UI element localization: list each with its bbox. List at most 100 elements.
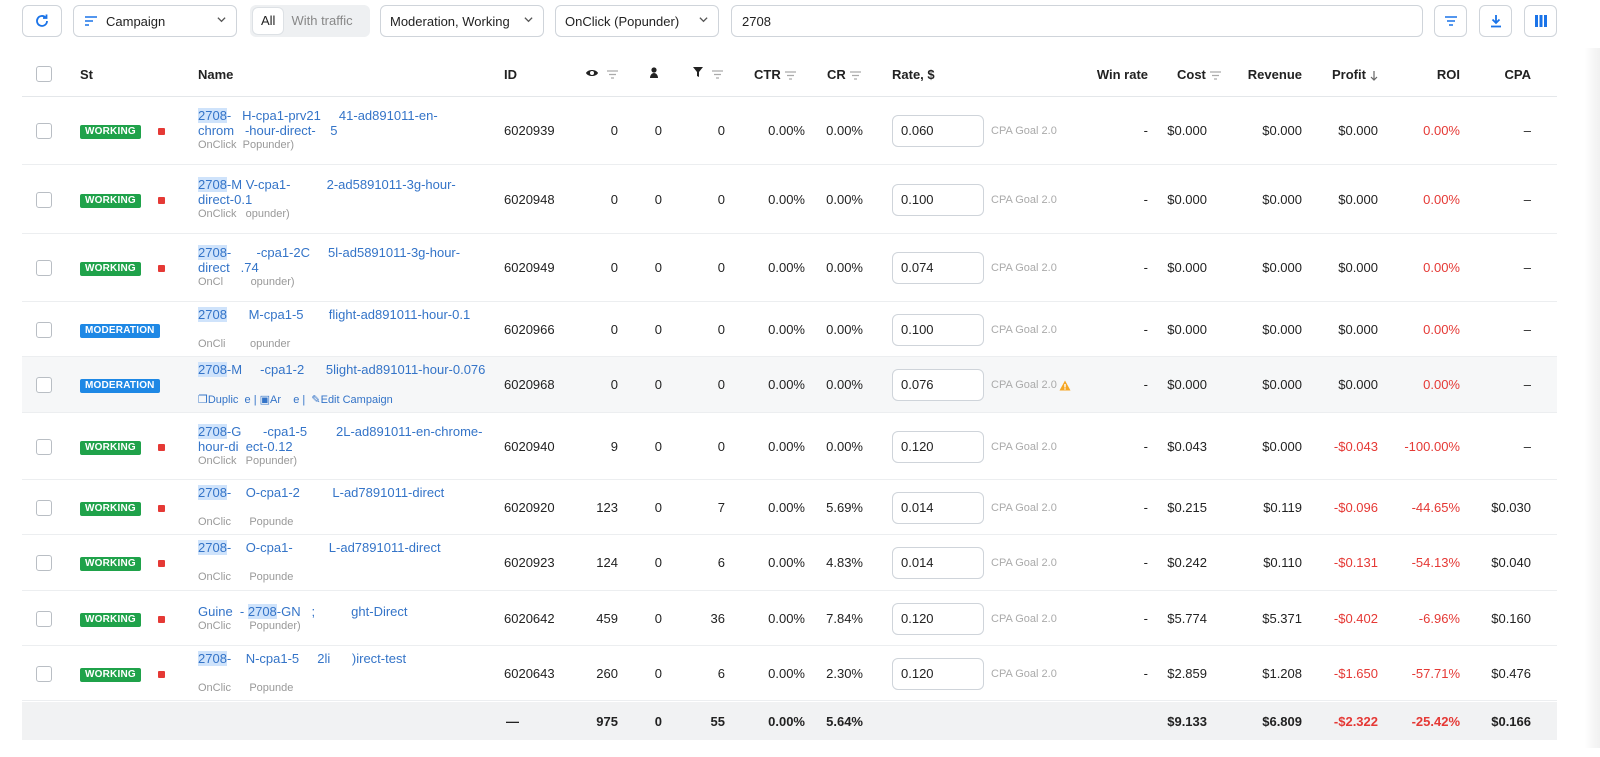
col-status[interactable]: St <box>80 67 93 82</box>
col-cost[interactable]: Cost <box>1177 67 1221 82</box>
rate-input[interactable]: 0.060 <box>892 115 984 147</box>
campaign-name-link[interactable]: 2708- O-cpa1-2 L-ad7891011-direct <box>198 485 488 500</box>
col-conversions[interactable] <box>648 66 660 82</box>
row-checkbox[interactable] <box>36 611 52 627</box>
col-profit[interactable]: Profit <box>1332 67 1378 82</box>
status-filter-select[interactable]: Moderation, Working <box>380 5 544 37</box>
conversions-value: 0 <box>654 439 662 454</box>
impressions-value: 0 <box>610 322 618 337</box>
campaign-name-link[interactable]: 2708-M -cpa1-2 5light-ad891011-hour-0.07… <box>198 362 488 377</box>
roi-value: -100.00% <box>1404 439 1460 454</box>
rate-input[interactable]: 0.120 <box>892 603 984 635</box>
ctr-value: 0.00% <box>768 123 805 138</box>
row-checkbox[interactable] <box>36 666 52 682</box>
col-win-rate[interactable]: Win rate <box>1097 67 1148 82</box>
stop-icon[interactable] <box>158 197 165 204</box>
col-revenue[interactable]: Revenue <box>1248 67 1302 82</box>
cost-value: $0.242 <box>1167 555 1207 570</box>
rate-input[interactable]: 0.076 <box>892 369 984 401</box>
campaign-name-link[interactable]: 2708- N-cpa1-5 2li )irect-test <box>198 651 488 666</box>
rate-input[interactable]: 0.120 <box>892 431 984 463</box>
col-id[interactable]: ID <box>504 67 517 82</box>
cpa-goal-label: CPA Goal 2.0 <box>991 441 1057 453</box>
campaign-name-link[interactable]: 2708- -cpa1-2C 5l-ad5891011-3g-hour-dire… <box>198 245 488 275</box>
segment-with-traffic[interactable]: With traffic <box>283 8 360 34</box>
rate-input[interactable]: 0.120 <box>892 658 984 690</box>
row-checkbox[interactable] <box>36 123 52 139</box>
row-checkbox[interactable] <box>36 500 52 516</box>
table-row[interactable]: WORKING 2708- O-cpa1- L-ad7891011-direct O… <box>22 535 1557 591</box>
campaign-name-link[interactable]: 2708- H-cpa1-prv21 41-ad891011-en-chrom … <box>198 108 488 138</box>
campaign-type-label: OnClick Popunder) <box>198 139 294 151</box>
cost-value: $5.774 <box>1167 611 1207 626</box>
win-rate-value: - <box>1143 500 1148 515</box>
col-impressions[interactable] <box>585 66 618 81</box>
stop-icon[interactable] <box>158 560 165 567</box>
table-row[interactable]: WORKING 2708- -cpa1-2C 5l-ad5891011-3g-ho… <box>22 234 1557 302</box>
cost-value: $0.000 <box>1167 260 1207 275</box>
col-leads[interactable] <box>692 66 723 81</box>
campaign-name-text: -GN ; ght-Direct <box>276 604 408 619</box>
segment-all[interactable]: All <box>253 8 284 34</box>
row-checkbox[interactable] <box>36 377 52 393</box>
row-checkbox[interactable] <box>36 260 52 276</box>
cpa-goal-text: CPA Goal 2.0 <box>991 379 1057 391</box>
campaign-name-link[interactable]: 2708-M V-cpa1- 2-ad5891011-3g-hour-direc… <box>198 177 488 207</box>
search-input[interactable]: 2708 <box>731 5 1423 37</box>
stop-icon[interactable] <box>158 616 165 623</box>
table-row[interactable]: WORKING 2708-M V-cpa1- 2-ad5891011-3g-hou… <box>22 165 1557 234</box>
campaign-name-link[interactable]: Guine - 2708-GN ; ght-Direct <box>198 604 488 619</box>
row-checkbox[interactable] <box>36 439 52 455</box>
cost-value: $0.000 <box>1167 192 1207 207</box>
rate-input[interactable]: 0.100 <box>892 314 984 346</box>
table-row[interactable]: WORKING 2708- H-cpa1-prv21 41-ad891011-en… <box>22 97 1557 165</box>
refresh-button[interactable] <box>22 5 62 37</box>
row-checkbox[interactable] <box>36 322 52 338</box>
col-name[interactable]: Name <box>198 67 233 82</box>
table-row[interactable]: WORKING 2708- N-cpa1-5 2li )irect-test OnC… <box>22 646 1557 701</box>
roi-value: 0.00% <box>1423 377 1460 392</box>
col-cr[interactable]: CR <box>827 67 861 82</box>
col-cpa[interactable]: CPA <box>1505 67 1531 82</box>
col-rate[interactable]: Rate, $ <box>892 67 935 82</box>
profit-value: $0.000 <box>1338 377 1378 392</box>
rate-input[interactable]: 0.100 <box>892 184 984 216</box>
filter-button[interactable] <box>1434 5 1467 37</box>
group-by-select[interactable]: Campaign <box>73 5 237 37</box>
type-filter-select[interactable]: OnClick (Popunder) <box>555 5 719 37</box>
rate-input[interactable]: 0.014 <box>892 547 984 579</box>
campaign-name-link[interactable]: 2708- O-cpa1- L-ad7891011-direct <box>198 540 488 555</box>
row-checkbox[interactable] <box>36 555 52 571</box>
status-badge: MODERATION <box>80 379 160 393</box>
row-checkbox[interactable] <box>36 192 52 208</box>
col-ctr-label: CTR <box>754 67 781 82</box>
stop-icon[interactable] <box>158 505 165 512</box>
person-icon <box>650 67 658 78</box>
table-row[interactable]: MODERATION 2708 M-cpa1-5 flight-ad891011-… <box>22 302 1557 357</box>
table-row[interactable]: MODERATION 2708-M -cpa1-2 5light-ad891011… <box>22 357 1557 413</box>
cpa-goal-label: CPA Goal 2.0 <box>991 502 1057 514</box>
table-row[interactable]: WORKING 2708-G -cpa1-5 2L-ad891011-en-chr… <box>22 413 1557 480</box>
download-button[interactable] <box>1479 5 1512 37</box>
total-cpa: $0.166 <box>1491 714 1531 729</box>
col-roi[interactable]: ROI <box>1437 67 1460 82</box>
stop-icon[interactable] <box>158 265 165 272</box>
campaign-name-link[interactable]: 2708-G -cpa1-5 2L-ad891011-en-chrome-hou… <box>198 424 488 454</box>
table-row[interactable]: WORKING 2708- O-cpa1-2 L-ad7891011-direct… <box>22 480 1557 535</box>
stop-icon[interactable] <box>158 671 165 678</box>
campaign-name-link[interactable]: 2708 M-cpa1-5 flight-ad891011-hour-0.1 <box>198 307 488 322</box>
select-all-checkbox[interactable] <box>36 66 52 82</box>
rate-input[interactable]: 0.014 <box>892 492 984 524</box>
leads-value: 6 <box>717 555 725 570</box>
columns-button[interactable] <box>1524 5 1557 37</box>
cpa-value: – <box>1523 439 1531 454</box>
total-cr: 5.64% <box>826 714 863 729</box>
rate-input[interactable]: 0.074 <box>892 252 984 284</box>
conversions-value: 0 <box>654 666 662 681</box>
roi-value: 0.00% <box>1423 260 1460 275</box>
col-ctr[interactable]: CTR <box>754 67 796 82</box>
campaign-actions[interactable]: ❐Duplic e | ▣Ar e | ✎Edit Campaign <box>198 393 393 406</box>
table-row[interactable]: WORKING Guine - 2708-GN ; ght-Direct OnCli… <box>22 591 1557 646</box>
stop-icon[interactable] <box>158 444 165 451</box>
stop-icon[interactable] <box>158 128 165 135</box>
